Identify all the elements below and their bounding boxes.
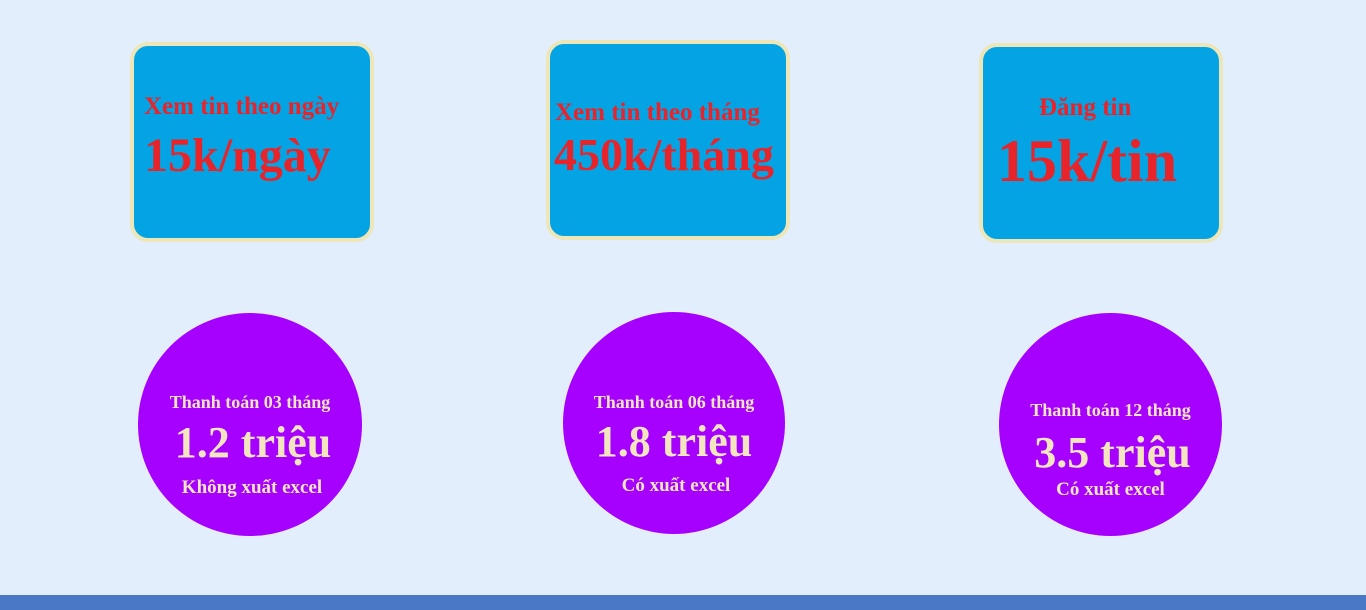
card-price: 450k/tháng <box>554 129 774 180</box>
plan-price: 3.5 triệu <box>1034 428 1191 477</box>
card-title: Đăng tin <box>1039 94 1132 121</box>
card-title: Xem tin theo tháng <box>555 99 760 126</box>
plan-price: 1.8 triệu <box>595 417 753 466</box>
plan-price: 1.2 triệu <box>174 418 332 467</box>
footer-bar <box>0 595 1366 610</box>
plan-note: Không xuất excel <box>181 477 323 498</box>
plan-6-months-circle[interactable]: Thanh toán 06 tháng 1.8 triệu Có xuất ex… <box>563 312 785 534</box>
plan-note: Có xuất excel <box>1056 479 1165 500</box>
plan-12-months-circle[interactable]: Thanh toán 12 tháng 3.5 triệu Có xuất ex… <box>999 313 1222 536</box>
plan-label: Thanh toán 12 tháng <box>1030 400 1191 420</box>
plan-label: Thanh toán 03 tháng <box>169 392 331 412</box>
daily-view-card[interactable]: Xem tin theo ngày 15k/ngày <box>130 42 374 242</box>
post-listing-card[interactable]: Đăng tin 15k/tin <box>979 43 1223 243</box>
card-price: 15k/tin <box>997 128 1178 194</box>
monthly-view-card[interactable]: Xem tin theo tháng 450k/tháng <box>546 40 790 240</box>
card-title: Xem tin theo ngày <box>144 93 340 120</box>
plan-3-months-circle[interactable]: Thanh toán 03 tháng 1.2 triệu Không xuất… <box>138 313 362 536</box>
plan-note: Có xuất excel <box>621 475 731 496</box>
card-price: 15k/ngày <box>144 129 331 182</box>
plan-label: Thanh toán 06 tháng <box>593 392 755 412</box>
